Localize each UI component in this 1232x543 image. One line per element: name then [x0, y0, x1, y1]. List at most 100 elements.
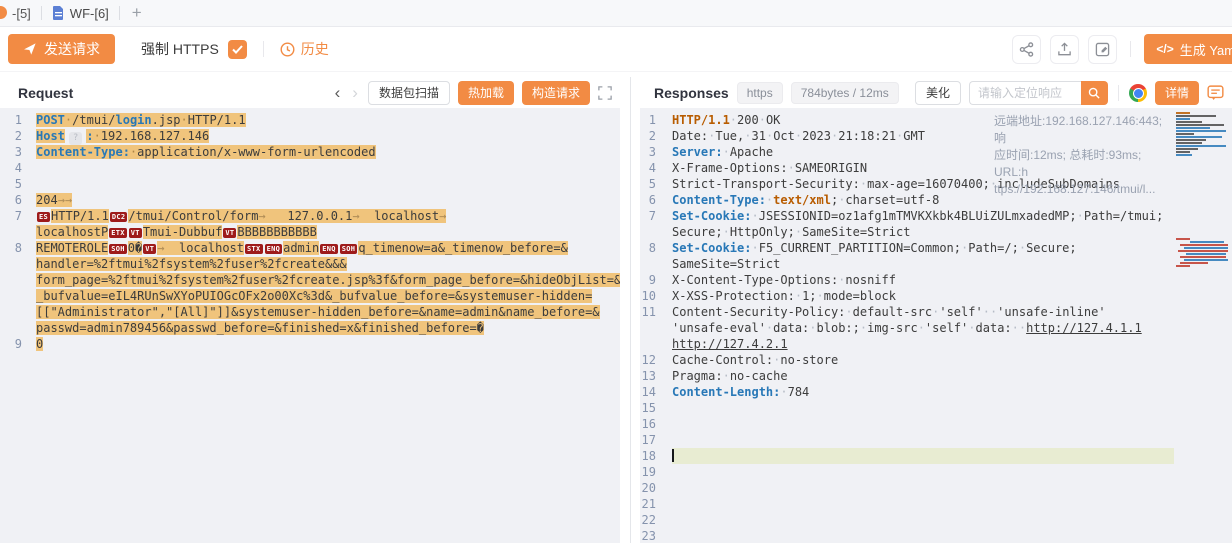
line-number: 15 [640, 400, 672, 416]
line-number: 12 [640, 352, 672, 368]
share-icon [1019, 42, 1034, 57]
share-button[interactable] [1012, 35, 1041, 64]
search-icon [1088, 87, 1100, 99]
code-line: SameSite=Strict [640, 256, 1232, 272]
hot-reload-button[interactable]: 热加载 [458, 81, 514, 105]
history-prev-button[interactable]: ‹ [333, 84, 343, 101]
code-line: 6204→→ [0, 192, 620, 208]
code-line: 12Cache-Control:·no-store [640, 352, 1232, 368]
line-number [640, 224, 672, 240]
request-panel: Request ‹ › 数据包扫描 热加载 构造请求 1POST·/tmui/l… [0, 77, 620, 543]
code-line: 10X-XSS-Protection:·1;·mode=block [640, 288, 1232, 304]
feedback-icon[interactable] [1207, 85, 1224, 101]
history-button[interactable]: 历史 [280, 39, 329, 59]
force-https-label: 强制 HTTPS [141, 39, 219, 59]
clock-icon [280, 42, 295, 57]
line-number [0, 304, 36, 320]
code-line: 1POST·/tmui/login.jsp·HTTP/1.1 [0, 112, 620, 128]
code-line: 7Set-Cookie:·JSESSIONID=oz1afg1mTMVKXkbk… [640, 208, 1232, 224]
line-number: 19 [640, 464, 672, 480]
code-line: localhostPETXVTTmui-DubbufVTBBBBBBBBBBB [0, 224, 620, 240]
fullscreen-icon[interactable] [598, 86, 612, 100]
send-request-button[interactable]: 发送请求 [8, 34, 115, 64]
request-editor[interactable]: 1POST·/tmui/login.jsp·HTTP/1.12Host?:·19… [0, 108, 620, 543]
force-https-checkbox[interactable] [228, 40, 247, 59]
line-number: 7 [0, 208, 36, 224]
code-line: 20 [640, 480, 1232, 496]
code-line: 2Host?:·192.168.127.146 [0, 128, 620, 144]
code-line: [["Administrator","[All]"]]&systemuser-h… [0, 304, 620, 320]
code-line: form_page=%2ftmui%2fsystem%2fuser%2fcrea… [0, 272, 620, 288]
response-panel-header: Responses https 784bytes / 12ms 美化 详情 [640, 77, 1232, 108]
search-input[interactable] [969, 81, 1081, 105]
editor-minimap[interactable] [1176, 108, 1230, 388]
beautify-button[interactable]: 美化 [915, 81, 961, 105]
code-icon: </> [1156, 42, 1173, 56]
line-number: 4 [640, 160, 672, 176]
code-line: 9X-Content-Type-Options:·nosniff [640, 272, 1232, 288]
toolbar: 发送请求 强制 HTTPS 历史 [0, 27, 1232, 72]
code-line: passwd=admin789456&passwd_before=&finish… [0, 320, 620, 336]
request-panel-header: Request ‹ › 数据包扫描 热加载 构造请求 [0, 77, 620, 108]
add-tab-button[interactable]: + [120, 3, 154, 23]
generate-yaml-button[interactable]: </> 生成 Yaml [1144, 34, 1232, 64]
upload-icon [1057, 42, 1072, 57]
code-line: Secure;·HttpOnly;·SameSite=Strict [640, 224, 1232, 240]
tab-wf-6[interactable]: WF-[6] [42, 0, 119, 26]
divider [1130, 41, 1131, 57]
history-next-button[interactable]: › [350, 84, 360, 101]
line-number: 18 [640, 448, 672, 464]
line-number: 10 [640, 288, 672, 304]
code-line: 2Date:·Tue,·31·Oct·2023·21:18:21·GMT [640, 128, 1232, 144]
line-number: 5 [0, 176, 36, 192]
response-editor[interactable]: 远端地址:192.168.127.146:443; 响 应时间:12ms; 总耗… [640, 108, 1232, 543]
line-number: 9 [640, 272, 672, 288]
line-number: 17 [640, 432, 672, 448]
tab-label: WF-[6] [70, 6, 109, 21]
code-line: 15 [640, 400, 1232, 416]
code-line: 3Content-Type:·application/x-www-form-ur… [0, 144, 620, 160]
paper-plane-icon [23, 42, 37, 56]
line-number: 21 [640, 496, 672, 512]
export-button[interactable] [1050, 35, 1079, 64]
line-number: 16 [640, 416, 672, 432]
search-button[interactable] [1081, 81, 1108, 105]
code-line: 'unsafe-eval'·data:·blob:;·img-src·'self… [640, 320, 1232, 336]
check-icon [232, 45, 243, 54]
line-number: 2 [0, 128, 36, 144]
line-number: 20 [640, 480, 672, 496]
code-line: _bufvalue=eIL4RUnSwXYoPUIOGcOFx2o00Xc%3d… [0, 288, 620, 304]
size-duration-badge: 784bytes / 12ms [791, 82, 899, 104]
line-number: 5 [640, 176, 672, 192]
divider [1118, 85, 1119, 101]
line-number: 9 [0, 336, 36, 352]
line-number: 22 [640, 512, 672, 528]
tab-label: -[5] [12, 6, 31, 21]
detail-button[interactable]: 详情 [1155, 81, 1199, 105]
line-number: 6 [640, 192, 672, 208]
code-line: 4X-Frame-Options:·SAMEORIGIN [640, 160, 1232, 176]
packet-scan-button[interactable]: 数据包扫描 [368, 81, 450, 105]
line-number: 2 [640, 128, 672, 144]
locate-response-search [969, 81, 1108, 105]
divider [263, 41, 264, 57]
edit-button[interactable] [1088, 35, 1117, 64]
code-line: 5Strict-Transport-Security:·max-age=1607… [640, 176, 1232, 192]
line-number [640, 320, 672, 336]
line-number [640, 256, 672, 272]
edit-icon [1095, 42, 1110, 57]
line-number: 11 [640, 304, 672, 320]
code-line: 1HTTP/1.1·200·OK [640, 112, 1232, 128]
tab-bar: -[5] WF-[6] + [0, 0, 1232, 27]
line-number: 3 [640, 144, 672, 160]
code-line: 21 [640, 496, 1232, 512]
code-line: 14Content-Length:·784 [640, 384, 1232, 400]
line-number: 23 [640, 528, 672, 543]
panel-resize-handle[interactable] [620, 77, 640, 543]
code-line: 3Server:·Apache [640, 144, 1232, 160]
line-number [0, 320, 36, 336]
responses-title: Responses [654, 85, 729, 101]
build-request-button[interactable]: 构造请求 [522, 81, 590, 105]
open-in-chrome-button[interactable] [1129, 84, 1147, 102]
code-line: 23 [640, 528, 1232, 543]
